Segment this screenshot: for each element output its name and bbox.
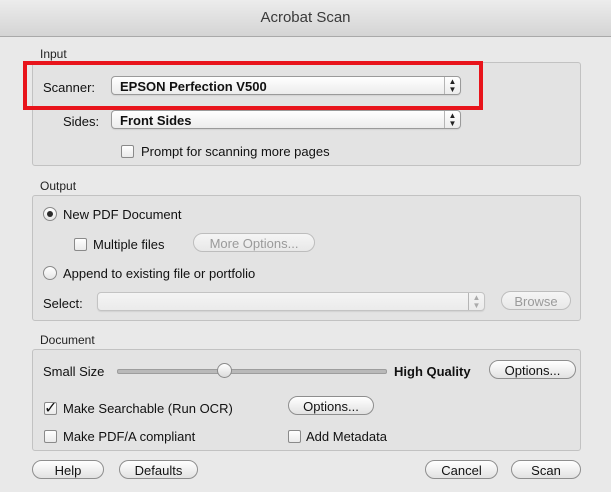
help-button[interactable]: Help (32, 460, 104, 479)
sides-popup[interactable]: Front Sides ▲ ▼ (111, 110, 461, 129)
sides-popup-value: Front Sides (120, 113, 192, 128)
multiple-files-checkbox[interactable] (74, 238, 87, 251)
sides-label: Sides: (63, 114, 100, 129)
select-label: Select: (43, 296, 83, 311)
up-down-arrows-icon: ▲ ▼ (444, 111, 460, 128)
prompt-more-pages-checkbox[interactable] (121, 145, 134, 158)
input-group-label: Input (40, 47, 67, 61)
acrobat-scan-dialog: Acrobat Scan Input Scanner: EPSON Perfec… (0, 0, 611, 492)
multiple-files-label: Multiple files (93, 237, 165, 252)
scan-button[interactable]: Scan (511, 460, 581, 479)
defaults-button[interactable]: Defaults (119, 460, 198, 479)
scanner-highlight (23, 61, 483, 110)
high-quality-label: High Quality (394, 364, 471, 379)
small-size-label: Small Size (43, 364, 105, 379)
browse-button[interactable]: Browse (501, 291, 571, 310)
new-pdf-radio[interactable] (43, 207, 57, 221)
pdfa-label: Make PDF/A compliant (63, 429, 196, 444)
quality-options-button[interactable]: Options... (489, 360, 576, 379)
append-radio[interactable] (43, 266, 57, 280)
select-file-popup[interactable]: ▲ ▼ (97, 292, 485, 311)
prompt-more-pages-label: Prompt for scanning more pages (141, 144, 330, 159)
up-down-arrows-icon: ▲ ▼ (468, 293, 484, 310)
append-label: Append to existing file or portfolio (63, 266, 256, 281)
add-metadata-label: Add Metadata (306, 429, 387, 444)
quality-slider-track[interactable] (117, 369, 387, 374)
more-options-button[interactable]: More Options... (193, 233, 315, 252)
checkmark-icon: ✓ (44, 400, 58, 417)
output-group-label: Output (40, 179, 77, 193)
radio-dot (47, 211, 53, 217)
window-title: Acrobat Scan (0, 0, 611, 37)
make-searchable-label: Make Searchable (Run OCR) (63, 401, 233, 416)
cancel-button[interactable]: Cancel (425, 460, 498, 479)
document-group-label: Document (40, 333, 95, 347)
pdfa-checkbox[interactable] (44, 430, 57, 443)
new-pdf-label: New PDF Document (63, 207, 182, 222)
add-metadata-checkbox[interactable] (288, 430, 301, 443)
ocr-options-button[interactable]: Options... (288, 396, 374, 415)
make-searchable-checkbox[interactable]: ✓ (44, 400, 57, 417)
